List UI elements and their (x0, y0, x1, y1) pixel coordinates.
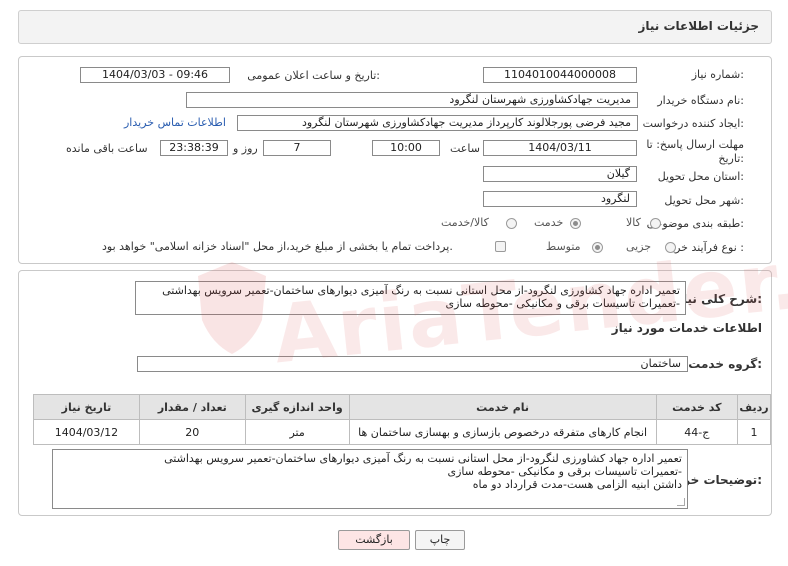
service-group-label: گروه خدمت: (688, 357, 762, 371)
deadline-label: مهلت ارسال پاسخ: تا تاریخ: (646, 138, 744, 165)
cell-name: انجام کارهای متفرقه درخصوص بازسازی و بهس… (348, 419, 657, 445)
table-header-row: ردیف کد خدمت نام خدمت واحد اندازه گیری ت… (33, 394, 772, 420)
days-field: 7 (263, 140, 331, 156)
need-number-label: شماره نیاز: (691, 68, 744, 81)
notes-line: -تعمیرات تاسیسات برقی و مکانیکی -محوطه س… (447, 465, 682, 478)
category-both-radio[interactable] (506, 218, 517, 229)
category-service-option: خدمت (534, 216, 564, 229)
summary-textarea[interactable]: تعمیر اداره جهاد کشاورزی لنگرود-از محل ا… (135, 281, 686, 315)
col-date: تاریخ نیاز (33, 394, 140, 420)
col-code: کد خدمت (655, 394, 738, 420)
deadline-date-field: 1404/03/11 (483, 140, 637, 156)
cell-code: ج-44 (655, 419, 738, 445)
process-minor-option: جزیی (626, 240, 652, 253)
buyer-org-field: مدیریت جهادکشاورزی شهرستان لنگرود (186, 92, 638, 108)
category-service-radio[interactable] (570, 218, 581, 229)
notes-line: تعمیر اداره جهاد کشاورزی لنگرود-از محل ا… (164, 452, 682, 465)
col-qty: تعداد / مقدار (138, 394, 246, 420)
cell-row: 1 (736, 419, 772, 445)
buyer-contact-link[interactable]: اطلاعات تماس خریدار (124, 116, 226, 129)
buyer-notes-textarea[interactable]: تعمیر اداره جهاد کشاورزی لنگرود-از محل ا… (52, 449, 688, 509)
deadline-time-label: ساعت (450, 142, 480, 155)
cell-date: 1404/03/12 (33, 419, 140, 445)
announce-field: 1404/03/03 - 09:46 (80, 67, 230, 83)
process-medium-radio[interactable] (592, 242, 603, 253)
table-row: 1 ج-44 انجام کارهای متفرقه درخصوص بازساز… (33, 419, 772, 445)
buyer-org-label: نام دستگاه خریدار: (657, 94, 744, 107)
requester-label: ایجاد کننده درخواست: (642, 117, 744, 130)
col-row: ردیف (736, 394, 772, 420)
city-field: لنگرود (483, 191, 637, 207)
summary-label: شرح کلی نیاز: (676, 292, 762, 306)
page-header: جزئیات اطلاعات نیاز (18, 10, 772, 44)
need-number-field: 1104010044000008 (483, 67, 637, 83)
category-goods-radio[interactable] (650, 218, 661, 229)
services-table: ردیف کد خدمت نام خدمت واحد اندازه گیری ت… (33, 394, 772, 445)
page-title: جزئیات اطلاعات نیاز (638, 19, 759, 33)
province-field: گیلان (483, 166, 637, 182)
process-medium-option: متوسط (546, 240, 581, 253)
cell-qty: 20 (138, 419, 246, 445)
category-both-option: کالا/خدمت (441, 216, 489, 229)
announce-label: تاریخ و ساعت اعلان عمومی: (247, 69, 380, 82)
process-label: نوع فرآیند خرید : (666, 241, 744, 254)
back-button[interactable]: بازگشت (338, 530, 410, 550)
service-group-field: ساختمان (137, 356, 688, 372)
print-button[interactable]: چاپ (415, 530, 465, 550)
deadline-time-field: 10:00 (372, 140, 440, 156)
category-label: طبقه بندی موضوعی: (646, 217, 744, 230)
category-goods-option: کالا (626, 216, 641, 229)
remaining-field: 23:38:39 (160, 140, 228, 156)
province-label: استان محل تحویل: (657, 170, 744, 183)
process-minor-radio[interactable] (665, 242, 676, 253)
city-label: شهر محل تحویل: (664, 194, 744, 207)
col-name: نام خدمت (348, 394, 657, 420)
cell-unit: متر (244, 419, 350, 445)
col-unit: واحد اندازه گیری (244, 394, 350, 420)
requester-field: مجید فرضی پورجلالوند کارپرداز مدیریت جها… (237, 115, 638, 131)
treasury-checkbox[interactable] (495, 241, 506, 252)
resize-handle[interactable] (677, 498, 685, 506)
days-label: روز و (233, 142, 258, 155)
remaining-label: ساعت باقی مانده (66, 142, 148, 155)
treasury-note: پرداخت تمام یا بخشی از مبلغ خرید،از محل … (102, 240, 453, 253)
notes-line: داشتن ابنیه الزامی هست-مدت قرارداد دو ما… (472, 478, 682, 491)
services-section-title: اطلاعات خدمات مورد نیاز (611, 321, 762, 335)
